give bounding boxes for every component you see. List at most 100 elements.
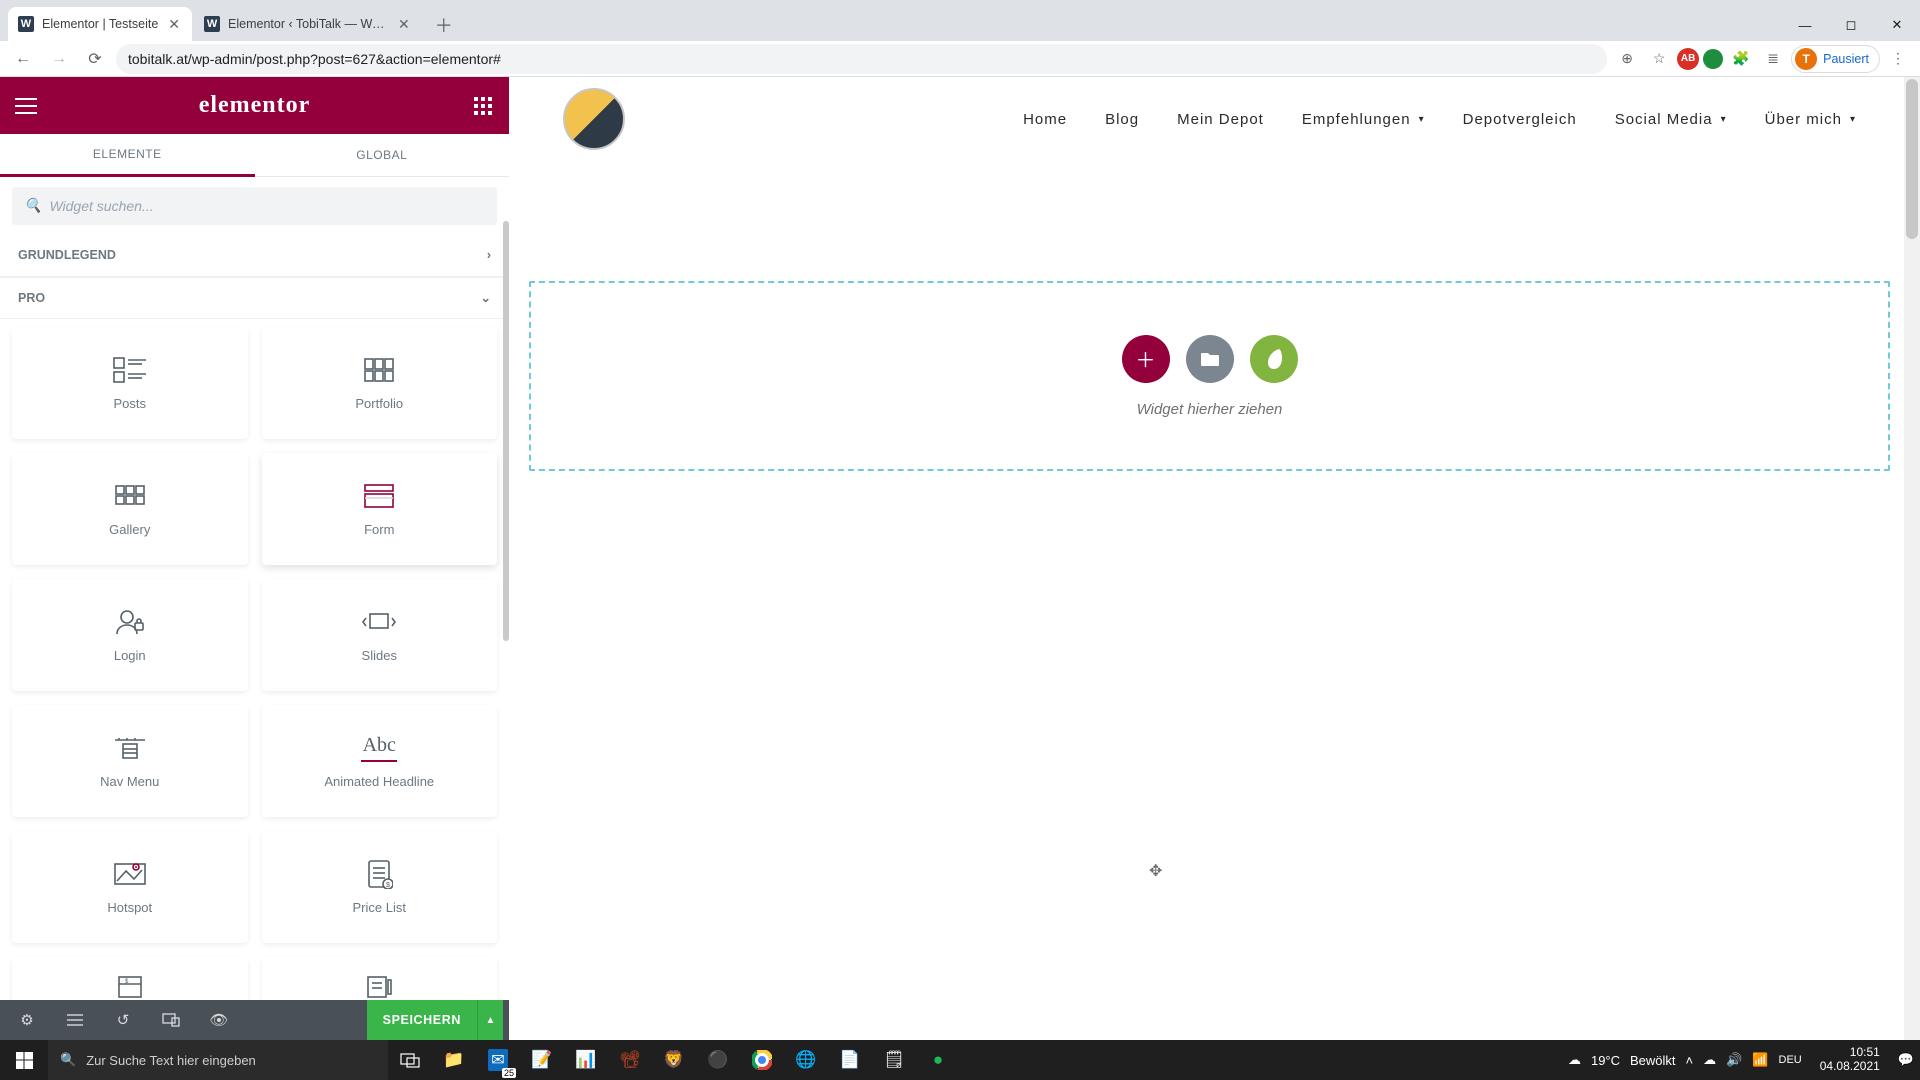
new-tab-button[interactable]: ＋ xyxy=(430,11,458,39)
taskbar-app-spotify[interactable]: ● xyxy=(916,1040,960,1080)
nav-about[interactable]: Über mich▾ xyxy=(1765,111,1856,128)
taskbar-app-edge[interactable]: 🌐 xyxy=(784,1040,828,1080)
editor-canvas[interactable]: Home Blog Mein Depot Empfehlungen▾ Depot… xyxy=(509,77,1920,1040)
nav-empfehlungen[interactable]: Empfehlungen▾ xyxy=(1302,111,1425,128)
tab-global-label: GLOBAL xyxy=(356,148,407,162)
nav-depotvergleich[interactable]: Depotvergleich xyxy=(1463,111,1577,128)
back-button[interactable]: ← xyxy=(8,44,38,74)
widget-form[interactable]: Form xyxy=(262,453,498,565)
bookmark-star-icon[interactable]: ☆ xyxy=(1645,45,1673,73)
navigator-button[interactable] xyxy=(54,1000,96,1040)
taskbar-app-chrome[interactable] xyxy=(740,1040,784,1080)
weather-condition[interactable]: Bewölkt xyxy=(1630,1053,1676,1068)
responsive-button[interactable] xyxy=(150,1000,192,1040)
site-logo-avatar[interactable] xyxy=(563,88,625,150)
task-view-button[interactable] xyxy=(388,1040,432,1080)
profile-avatar-icon: T xyxy=(1795,48,1817,70)
elementor-brand: elementor xyxy=(199,92,311,119)
widget-label: Price List xyxy=(353,900,406,915)
elementor-panel-header: elementor xyxy=(0,77,509,134)
tray-notifications-icon[interactable]: 💬 xyxy=(1898,1052,1914,1068)
taskbar-app-word[interactable]: 📝 xyxy=(520,1040,564,1080)
reload-button[interactable]: ⟳ xyxy=(80,44,110,74)
clock-time: 10:51 xyxy=(1820,1046,1880,1060)
nav-depot[interactable]: Mein Depot xyxy=(1177,111,1264,128)
taskbar-app-excel[interactable]: 📊 xyxy=(564,1040,608,1080)
tray-onedrive-icon[interactable]: ☁ xyxy=(1703,1052,1716,1068)
widget-partial-1[interactable]: $ xyxy=(12,957,248,1000)
tray-language-indicator[interactable]: DEU xyxy=(1779,1054,1802,1066)
envato-templates-button[interactable] xyxy=(1250,335,1298,383)
widget-hotspot[interactable]: Hotspot xyxy=(12,831,248,943)
taskbar-search[interactable]: 🔍 Zur Suche Text hier eingeben xyxy=(48,1040,388,1080)
widget-gallery[interactable]: Gallery xyxy=(12,453,248,565)
tray-wifi-icon[interactable]: 📶 xyxy=(1752,1052,1768,1068)
tab-global[interactable]: GLOBAL xyxy=(255,134,510,176)
nav-social[interactable]: Social Media▾ xyxy=(1615,111,1727,128)
minimize-button[interactable]: ― xyxy=(1782,9,1828,41)
canvas-scroll-thumb[interactable] xyxy=(1906,79,1918,239)
history-button[interactable]: ↺ xyxy=(102,1000,144,1040)
save-button[interactable]: SPEICHERN xyxy=(367,1000,477,1040)
tray-clock[interactable]: 10:51 04.08.2021 xyxy=(1812,1046,1888,1074)
zoom-icon[interactable]: ⊕ xyxy=(1613,45,1641,73)
widget-slides[interactable]: Slides xyxy=(262,579,498,691)
move-cursor-icon: ✥ xyxy=(1149,861,1162,881)
taskbar-app-mail[interactable]: ✉ 25 xyxy=(476,1040,520,1080)
chrome-tab-active[interactable]: W Elementor | Testseite ✕ xyxy=(8,7,192,41)
tab-elements[interactable]: ELEMENTE xyxy=(0,134,255,176)
price-list-icon: $ xyxy=(361,860,397,888)
weather-icon[interactable]: ☁ xyxy=(1568,1052,1581,1068)
pricing-table-icon: $ xyxy=(112,973,148,1000)
weather-temp[interactable]: 19°C xyxy=(1591,1053,1620,1068)
settings-button[interactable]: ⚙ xyxy=(6,1000,48,1040)
tab-close-icon[interactable]: ✕ xyxy=(166,14,182,35)
widget-label: Gallery xyxy=(109,522,150,537)
taskbar-app-notepad[interactable]: 🗒 xyxy=(872,1040,916,1080)
tray-chevron-up-icon[interactable]: ˄ xyxy=(1686,1053,1694,1068)
tab-close-icon[interactable]: ✕ xyxy=(396,14,412,35)
section-dropzone[interactable]: ＋ Widget hierher ziehen xyxy=(529,281,1890,471)
taskbar-app-obs[interactable]: ⚫ xyxy=(696,1040,740,1080)
nav-blog[interactable]: Blog xyxy=(1105,111,1139,128)
widgets-panel-button[interactable] xyxy=(471,94,495,118)
panel-menu-button[interactable] xyxy=(14,94,38,118)
chrome-menu-icon[interactable]: ⋮ xyxy=(1884,45,1912,73)
profile-paused-chip[interactable]: T Pausiert xyxy=(1791,45,1880,73)
nav-home[interactable]: Home xyxy=(1023,111,1067,128)
start-button[interactable] xyxy=(0,1040,48,1080)
category-pro[interactable]: PRO ⌄ xyxy=(0,277,509,319)
canvas-scrollbar[interactable] xyxy=(1904,77,1920,1040)
extensions-puzzle-icon[interactable]: 🧩 xyxy=(1727,45,1755,73)
widget-label: Animated Headline xyxy=(324,774,434,789)
form-icon xyxy=(361,482,397,510)
taskbar-app-brave[interactable]: 🦁 xyxy=(652,1040,696,1080)
category-basic[interactable]: GRUNDLEGEND › xyxy=(0,235,509,277)
widget-price-list[interactable]: $ Price List xyxy=(262,831,498,943)
widget-label: Portfolio xyxy=(355,396,403,411)
save-options-button[interactable]: ▲ xyxy=(477,1000,503,1040)
extension-icon[interactable] xyxy=(1703,49,1723,69)
widget-posts[interactable]: Posts xyxy=(12,327,248,439)
adblock-icon[interactable]: AB xyxy=(1677,48,1699,70)
widget-portfolio[interactable]: Portfolio xyxy=(262,327,498,439)
close-button[interactable]: ✕ xyxy=(1874,9,1920,41)
widget-login[interactable]: Login xyxy=(12,579,248,691)
taskbar-app-powerpoint[interactable]: 📽 xyxy=(608,1040,652,1080)
save-group: SPEICHERN ▲ xyxy=(367,1000,503,1040)
forward-button[interactable]: → xyxy=(44,44,74,74)
taskbar-app-explorer[interactable]: 📁 xyxy=(432,1040,476,1080)
widget-partial-2[interactable] xyxy=(262,957,498,1000)
url-field[interactable]: tobitalk.at/wp-admin/post.php?post=627&a… xyxy=(116,44,1607,74)
widget-nav-menu[interactable]: Nav Menu xyxy=(12,705,248,817)
maximize-button[interactable]: ◻ xyxy=(1828,9,1874,41)
tray-volume-icon[interactable]: 🔊 xyxy=(1726,1052,1742,1068)
add-template-button[interactable] xyxy=(1186,335,1234,383)
preview-button[interactable]: 👁 xyxy=(198,1000,240,1040)
widget-animated-headline[interactable]: Abc Animated Headline xyxy=(262,705,498,817)
add-section-button[interactable]: ＋ xyxy=(1122,335,1170,383)
taskbar-app-notes[interactable]: 📄 xyxy=(828,1040,872,1080)
widget-search-input[interactable]: 🔍 Widget suchen... xyxy=(12,187,497,225)
chrome-tab-inactive[interactable]: W Elementor ‹ TobiTalk — WordPre ✕ xyxy=(194,7,422,41)
reading-list-icon[interactable]: ≣ xyxy=(1759,45,1787,73)
